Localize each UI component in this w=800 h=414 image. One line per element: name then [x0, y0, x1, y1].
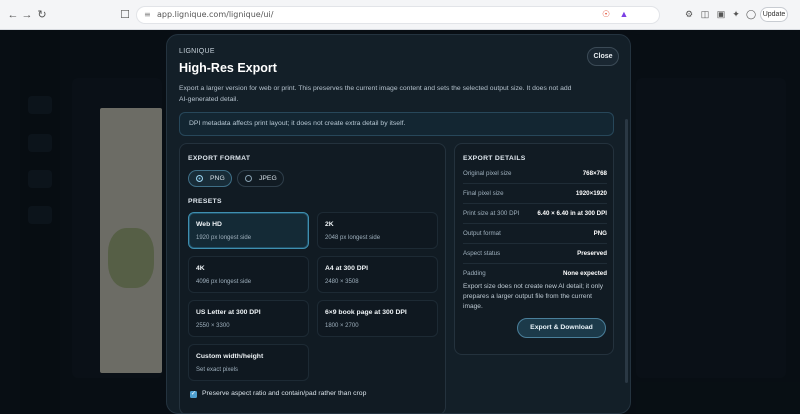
preserve-aspect-label: Preserve aspect ratio and contain/pad ra…: [202, 390, 367, 397]
detail-row-aspect-status: Aspect status Preserved: [463, 244, 607, 264]
update-button[interactable]: Update: [760, 7, 788, 22]
preset-us-letter-300dpi[interactable]: US Letter at 300 DPI 2550 × 3300: [188, 300, 309, 337]
preset-a4-300dpi[interactable]: A4 at 300 DPI 2480 × 3508: [317, 256, 438, 293]
detail-row-original-size: Original pixel size 768×768: [463, 164, 607, 184]
export-download-button[interactable]: Export & Download: [517, 318, 606, 338]
preset-2k[interactable]: 2K 2048 px longest side: [317, 212, 438, 249]
export-details-title: EXPORT DETAILS: [463, 155, 526, 162]
brand-label: LIGNIQUE: [179, 48, 215, 55]
detail-row-output-format: Output format PNG: [463, 224, 607, 244]
format-option-jpeg[interactable]: JPEG: [237, 170, 284, 187]
preserve-aspect-checkbox[interactable]: ✓: [190, 391, 197, 398]
sidebar-icon[interactable]: ◫: [699, 8, 711, 20]
export-options-panel: EXPORT FORMAT PNG JPEG PRESETS Web HD 19…: [179, 143, 446, 413]
forward-icon[interactable]: →: [20, 8, 34, 22]
export-details-panel: EXPORT DETAILS Original pixel size 768×7…: [454, 143, 614, 355]
dialog-scrollbar[interactable]: [625, 119, 628, 383]
dialog-description: Export a larger version for web or print…: [179, 85, 572, 103]
high-res-export-dialog: LIGNIQUE High-Res Export Export a larger…: [166, 34, 631, 414]
browser-toolbar: ← → ↻ ☐ ≡ app.lignique.com/lignique/ui/ …: [0, 0, 800, 30]
preset-4k[interactable]: 4K 4096 px longest side: [188, 256, 309, 293]
detail-row-final-size: Final pixel size 1920×1920: [463, 184, 607, 204]
vpn-icon[interactable]: ◯: [745, 8, 757, 20]
preset-book-page-300dpi[interactable]: 6×9 book page at 300 DPI 1800 × 2700: [317, 300, 438, 337]
back-icon[interactable]: ←: [6, 8, 20, 22]
radio-icon: [245, 175, 252, 182]
leo-icon[interactable]: ✦: [730, 8, 742, 20]
preset-web-hd[interactable]: Web HD 1920 px longest side: [188, 212, 309, 249]
site-settings-icon[interactable]: ≡: [144, 7, 151, 23]
close-button[interactable]: Close: [587, 47, 619, 66]
extensions-icon[interactable]: ⚙: [683, 8, 695, 20]
export-size-note: Export size does not create new AI detai…: [463, 283, 604, 310]
radio-selected-icon: [196, 175, 203, 182]
preset-custom-size[interactable]: Custom width/height Set exact pixels: [188, 344, 309, 381]
brave-shield-icon[interactable]: ☉: [600, 8, 612, 20]
bookmark-icon[interactable]: ☐: [118, 8, 132, 22]
url-text: app.lignique.com/lignique/ui/: [157, 10, 274, 19]
dialog-title: High-Res Export: [179, 61, 277, 75]
reload-icon[interactable]: ↻: [35, 8, 49, 22]
wallet-icon[interactable]: ▣: [715, 8, 727, 20]
rewards-icon[interactable]: ▲: [618, 8, 630, 20]
export-format-title: EXPORT FORMAT: [188, 155, 251, 162]
detail-row-padding: Padding None expected: [463, 270, 607, 277]
address-bar[interactable]: ≡ app.lignique.com/lignique/ui/: [136, 6, 660, 24]
format-option-png[interactable]: PNG: [188, 170, 232, 187]
dpi-notice: DPI metadata affects print layout; it do…: [179, 112, 614, 136]
detail-row-print-size: Print size at 300 DPI 6.40 × 6.40 in at …: [463, 204, 607, 224]
presets-title: PRESETS: [188, 198, 222, 205]
